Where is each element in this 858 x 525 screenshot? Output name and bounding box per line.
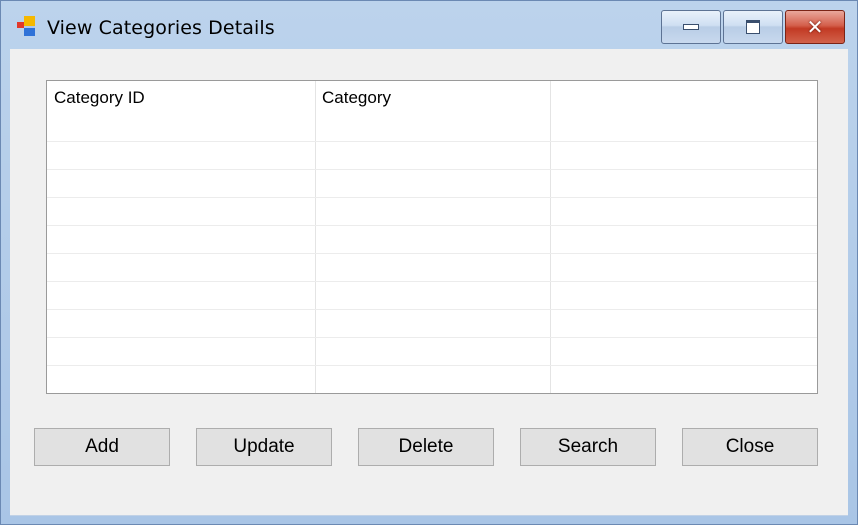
column-header-category[interactable]: Category	[322, 88, 391, 108]
window-bottom-border	[10, 515, 848, 516]
maximize-icon	[746, 20, 760, 34]
grid-row-line	[47, 281, 817, 282]
update-button[interactable]: Update	[196, 428, 332, 466]
title-bar[interactable]: View Categories Details ✕	[1, 1, 858, 49]
delete-button[interactable]: Delete	[358, 428, 494, 466]
window-title: View Categories Details	[47, 17, 275, 39]
column-divider	[550, 81, 551, 393]
grid-row-line	[47, 337, 817, 338]
form-client-area: Category ID Category Add Update Delete S…	[10, 49, 848, 515]
grid-row-line	[47, 253, 817, 254]
minimize-icon	[683, 24, 699, 30]
application-window: View Categories Details ✕ Category ID Ca…	[0, 0, 858, 525]
grid-row-line	[47, 309, 817, 310]
minimize-button[interactable]	[661, 10, 721, 44]
close-icon: ✕	[806, 15, 824, 39]
search-button[interactable]: Search	[520, 428, 656, 466]
add-button[interactable]: Add	[34, 428, 170, 466]
maximize-button[interactable]	[723, 10, 783, 44]
close-button[interactable]: Close	[682, 428, 818, 466]
grid-row-line	[47, 169, 817, 170]
column-divider	[315, 81, 316, 393]
column-header-category-id[interactable]: Category ID	[54, 88, 145, 108]
grid-row-line	[47, 365, 817, 366]
grid-row-line	[47, 197, 817, 198]
close-window-button[interactable]: ✕	[785, 10, 845, 44]
categories-data-grid[interactable]: Category ID Category	[46, 80, 818, 394]
grid-row-line	[47, 225, 817, 226]
app-window-icon	[17, 16, 35, 36]
grid-row-line	[47, 141, 817, 142]
